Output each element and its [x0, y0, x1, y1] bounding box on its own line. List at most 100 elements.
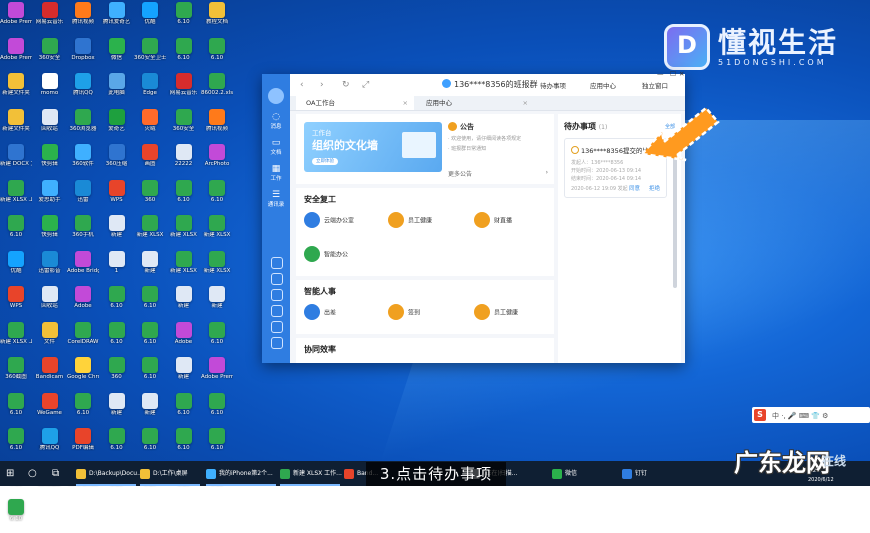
- taskbar-item[interactable]: ⊞: [6, 461, 24, 486]
- desktop-icon[interactable]: 爱思助手: [34, 178, 66, 214]
- desktop-icon[interactable]: 优酷: [0, 249, 32, 285]
- desktop-icon[interactable]: 6.10: [0, 391, 32, 427]
- desktop-icon[interactable]: 360浏览器: [67, 107, 99, 143]
- desktop-icon[interactable]: Dropbox: [67, 36, 99, 72]
- desktop-icon[interactable]: 微信: [101, 36, 133, 72]
- service-staff-health[interactable]: 员工健康: [388, 212, 432, 228]
- desktop-icon[interactable]: 6.10: [201, 320, 233, 356]
- desktop-icon[interactable]: 6.10: [201, 36, 233, 72]
- desktop-icon[interactable]: 新建: [134, 391, 166, 427]
- minimize-button[interactable]: —: [657, 70, 664, 78]
- sidebar-item-work[interactable]: ▦ 工作: [262, 164, 290, 182]
- desktop-icon[interactable]: momo: [34, 71, 66, 107]
- desktop-icon[interactable]: 新建: [101, 213, 133, 249]
- approve-button[interactable]: 同意: [629, 184, 640, 192]
- desktop-icon[interactable]: Edge: [134, 71, 166, 107]
- desktop-icon[interactable]: 360: [101, 355, 133, 391]
- desktop-icon[interactable]: 360压缩: [101, 142, 133, 178]
- service-staff-health[interactable]: 员工健康: [474, 304, 518, 320]
- close-tab-icon[interactable]: ×: [523, 96, 528, 110]
- desktop-icon[interactable]: 6.10: [201, 426, 233, 462]
- desktop-icon[interactable]: 新建: [168, 355, 200, 391]
- desktop-icon[interactable]: Adobe: [67, 284, 99, 320]
- desktop-icon[interactable]: 此电脑: [101, 71, 133, 107]
- desktop-icon[interactable]: Adobe: [168, 320, 200, 356]
- notify-icon[interactable]: [271, 273, 283, 285]
- desktop-icon[interactable]: Bandicam: [34, 355, 66, 391]
- culture-banner[interactable]: 工作台 组织的文化墙 立即体验: [304, 122, 442, 172]
- calendar-icon[interactable]: [271, 257, 283, 269]
- desktop-icon[interactable]: 6.10: [101, 284, 133, 320]
- taskbar-item[interactable]: ○: [28, 461, 46, 486]
- tab-app-center[interactable]: 应用中心 ×: [416, 96, 534, 110]
- desktop-icon[interactable]: 6.10: [168, 36, 200, 72]
- desktop-icon[interactable]: 6.10: [168, 391, 200, 427]
- desktop-icon[interactable]: 6.10: [168, 0, 200, 36]
- desktop-icon[interactable]: Adobe Bridge: [67, 249, 99, 285]
- banner-button[interactable]: 立即体验: [312, 158, 338, 165]
- desktop-icon[interactable]: 新建 XLSX: [134, 213, 166, 249]
- maximize-button[interactable]: ☐: [670, 70, 676, 78]
- desktop-icon[interactable]: 6.10: [168, 426, 200, 462]
- desktop-icon[interactable]: 6.10: [168, 178, 200, 214]
- service-business-trip[interactable]: 出差: [304, 304, 336, 320]
- desktop-icon[interactable]: 爱奇艺: [101, 107, 133, 143]
- desktop-icon[interactable]: 86002.2.xlsx: [201, 71, 233, 107]
- desktop-icon[interactable]: 360截图: [0, 355, 32, 391]
- more-announcements-link[interactable]: 更多公告: [448, 171, 472, 178]
- desktop-icon[interactable]: 新建 XLSX: [201, 213, 233, 249]
- desktop-icon[interactable]: 6.10: [134, 355, 166, 391]
- phone-icon[interactable]: [271, 289, 283, 301]
- desktop-icon[interactable]: 文件: [34, 320, 66, 356]
- desktop-icon[interactable]: 6.10: [134, 426, 166, 462]
- sidebar-item-docs[interactable]: ▭ 文档: [262, 138, 290, 156]
- more-icon[interactable]: [271, 337, 283, 349]
- announcement-card[interactable]: 公告 · 欢迎使用，请仔细阅读各项规定 · 班报群日常通知 更多公告 ›: [448, 122, 548, 178]
- desktop-icon[interactable]: WPS: [0, 284, 32, 320]
- taskbar-item[interactable]: D:\工作\桌屏: [140, 461, 200, 486]
- todo-title[interactable]: 待办事项 (1): [564, 121, 607, 132]
- desktop-icon[interactable]: ArcPhoto: [201, 142, 233, 178]
- desktop-icon[interactable]: 22222: [168, 142, 200, 178]
- mail-icon[interactable]: [271, 305, 283, 317]
- desktop-icon[interactable]: 回收站: [34, 107, 66, 143]
- refresh-button[interactable]: ↻: [342, 80, 350, 90]
- desktop-icon[interactable]: 6.10: [134, 284, 166, 320]
- desktop-icon[interactable]: 新建 XLSX: [201, 249, 233, 285]
- close-tab-icon[interactable]: ×: [403, 96, 408, 110]
- desktop-icon[interactable]: 360安全卫士: [134, 36, 166, 72]
- desktop-icon[interactable]: 6.10: [201, 391, 233, 427]
- desktop-icon[interactable]: 6.10: [101, 426, 133, 462]
- standalone-window-button[interactable]: 独立窗口: [642, 80, 668, 90]
- forward-button[interactable]: ›: [320, 80, 324, 90]
- taskbar-item[interactable]: 新建 XLSX 工作...: [280, 461, 342, 486]
- desktop-icon[interactable]: 6.10: [201, 178, 233, 214]
- service-cloud-office[interactable]: 云端办公室: [304, 212, 354, 228]
- desktop-icon[interactable]: 网易云音乐: [168, 71, 200, 107]
- desktop-icon[interactable]: 网易云音乐: [34, 0, 66, 36]
- reject-button[interactable]: 拒绝: [649, 184, 660, 192]
- desktop-icon[interactable]: 教程文档: [201, 0, 233, 36]
- desktop-icon[interactable]: 6.10: [0, 497, 32, 533]
- desktop-icon[interactable]: PDF编辑: [67, 426, 99, 462]
- desktop-icon[interactable]: 新建文件夹: [0, 107, 32, 143]
- desktop-icon[interactable]: 360安全: [168, 107, 200, 143]
- desktop-icon[interactable]: 360手机: [67, 213, 99, 249]
- desktop-icon[interactable]: 腾讯视频: [67, 0, 99, 36]
- desktop-icon[interactable]: 新建: [201, 284, 233, 320]
- sidebar-item-messages[interactable]: ◌ 消息: [262, 112, 290, 130]
- desktop-icon[interactable]: WeGame: [34, 391, 66, 427]
- desktop-icon[interactable]: 回收站: [34, 284, 66, 320]
- taskbar-item[interactable]: ⧉: [52, 461, 70, 486]
- desktop-icon[interactable]: Adobe Premiere: [201, 355, 233, 391]
- desktop-icon[interactable]: 新建文件夹: [0, 71, 32, 107]
- desktop-icon[interactable]: 新建 XLSX 工作表: [0, 178, 32, 214]
- desktop-icon[interactable]: 快剪辑: [34, 142, 66, 178]
- taskbar-item[interactable]: 钉钉: [622, 461, 682, 486]
- desktop-icon[interactable]: 新建: [168, 284, 200, 320]
- avatar[interactable]: [268, 88, 284, 104]
- desktop-icon[interactable]: 腾讯视频: [201, 107, 233, 143]
- desktop-icon[interactable]: 6.10: [67, 391, 99, 427]
- desktop-icon[interactable]: 腾讯爱奇艺: [101, 0, 133, 36]
- desktop-icon[interactable]: Adobe Premiere: [0, 0, 32, 36]
